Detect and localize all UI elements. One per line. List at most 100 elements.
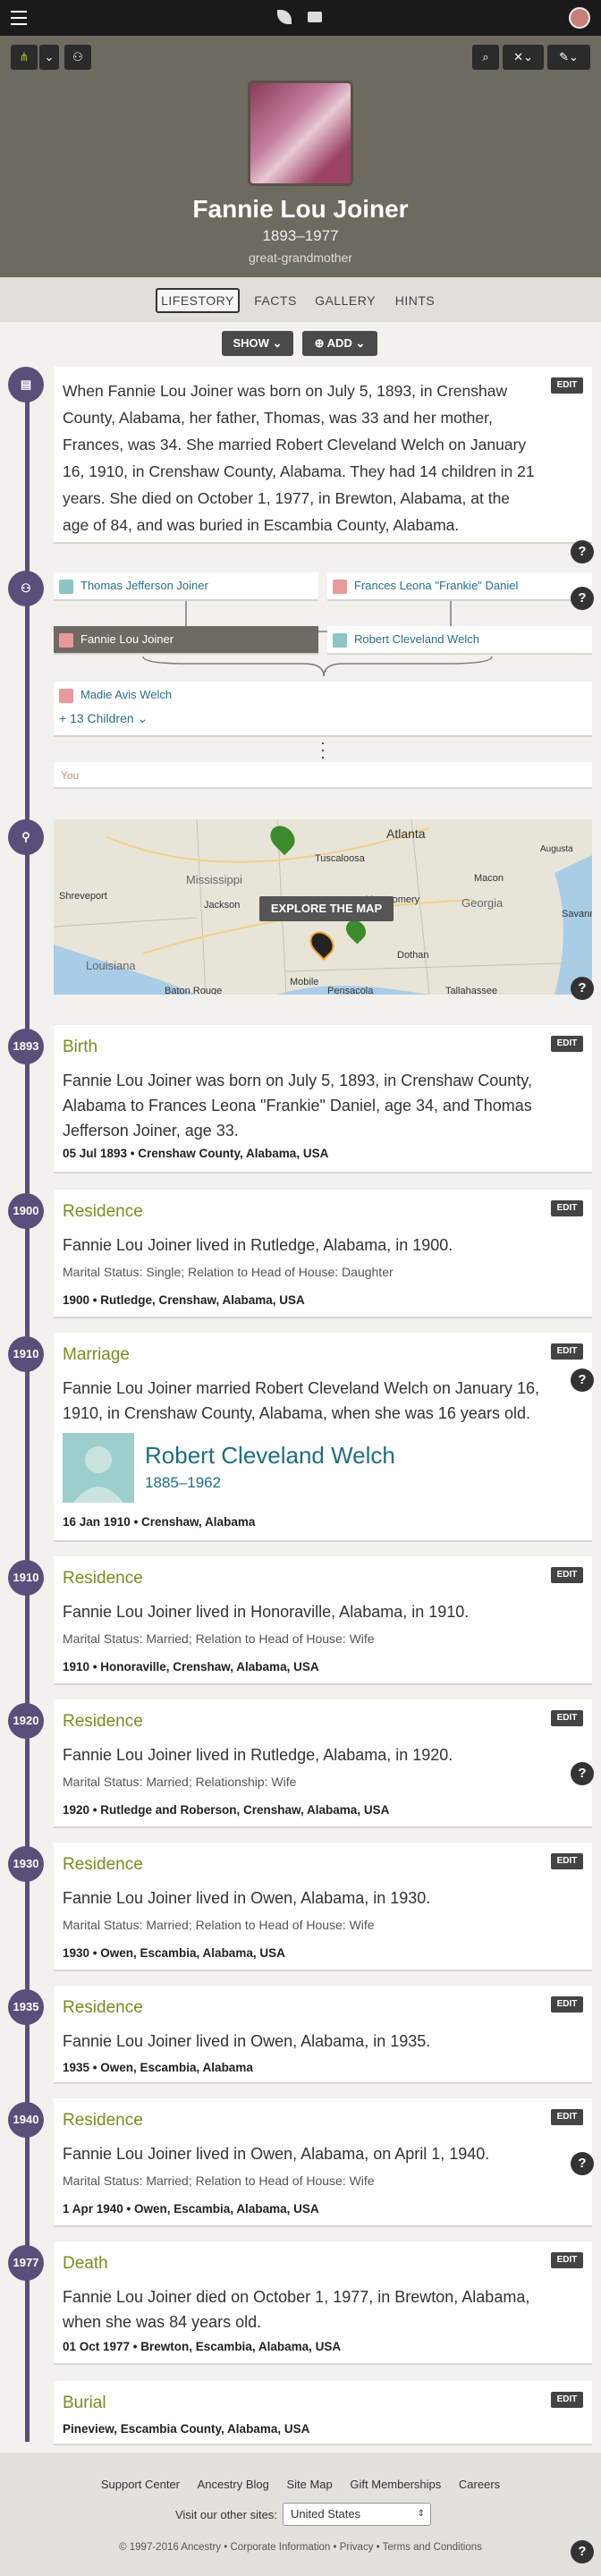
- event-description: Fannie Lou Joiner died on October 1, 197…: [63, 2288, 530, 2331]
- tab-lifestory[interactable]: LIFESTORY: [156, 288, 240, 313]
- female-avatar: [333, 580, 347, 594]
- edit-button[interactable]: EDIT: [551, 2109, 583, 2125]
- chevron-down-icon: ⌄: [44, 50, 55, 64]
- event-card-marriage: EDIT Marriage Fannie Lou Joiner married Ro…: [54, 1333, 592, 1542]
- family-member-self[interactable]: Fannie Lou Joiner: [54, 626, 318, 655]
- event-card-burial: EDIT Burial Pineview, Escambia County, Ala…: [54, 2381, 592, 2445]
- event-type: Residence: [63, 1855, 143, 1874]
- event-date-place: 1930 • Owen, Escambia, Alabama, USA: [63, 1946, 285, 1960]
- event-type: Residence: [63, 1569, 143, 1588]
- edit-button[interactable]: EDIT: [551, 1710, 583, 1726]
- event-type: Burial: [63, 2394, 106, 2412]
- edit-button[interactable]: EDIT: [551, 1853, 583, 1869]
- map-label: Atlanta: [386, 826, 426, 841]
- event-date-place: 1935 • Owen, Escambia, Alabama: [63, 2061, 253, 2074]
- edit-button[interactable]: EDIT: [551, 377, 583, 394]
- spouse-avatar[interactable]: [63, 1433, 134, 1503]
- tab-gallery[interactable]: GALLERY: [313, 288, 377, 313]
- menu-icon[interactable]: [11, 11, 27, 30]
- event-description: Fannie Lou Joiner lived in Owen, Alabama…: [63, 2145, 490, 2163]
- tools-button[interactable]: ✕⌄: [503, 45, 544, 70]
- pencil-icon: ✎⌄: [559, 50, 579, 64]
- map-label: Georgia: [461, 896, 504, 910]
- footer: Support Center Ancestry Blog Site Map Gi…: [0, 2453, 601, 2576]
- year-marker: 1977: [8, 2245, 44, 2281]
- tab-hints[interactable]: HINTS: [390, 288, 440, 313]
- map-card[interactable]: Atlanta Augusta Tuscaloosa Mississippi S…: [54, 819, 592, 995]
- event-type: Residence: [63, 1712, 143, 1731]
- edit-button[interactable]: EDIT: [551, 1200, 583, 1216]
- female-avatar: [59, 689, 73, 703]
- help-icon[interactable]: ?: [571, 2540, 594, 2563]
- footer-link[interactable]: Site Map: [286, 2478, 332, 2491]
- help-icon[interactable]: ?: [571, 2152, 594, 2175]
- spouse-link[interactable]: Robert Cleveland Welch: [145, 1442, 395, 1470]
- footer-link[interactable]: Ancestry Blog: [198, 2478, 269, 2491]
- event-date-place: 1 Apr 1940 • Owen, Escambia, Alabama, US…: [63, 2202, 319, 2216]
- event-detail: Marital Status: Married; Relation to Hea…: [63, 1918, 375, 1932]
- map-label: Mobile: [290, 977, 319, 987]
- family-member-mother[interactable]: Frances Leona "Frankie" Daniel: [327, 572, 592, 601]
- event-description: Fannie Lou Joiner lived in Honoraville, …: [63, 1603, 470, 1621]
- year-marker: 1940: [8, 2102, 44, 2138]
- year-marker: 1893: [8, 1029, 44, 1064]
- spouse-name: Robert Cleveland Welch: [354, 632, 479, 646]
- event-type: Death: [63, 2254, 108, 2273]
- search-icon: ⌕: [482, 50, 489, 64]
- event-type: Residence: [63, 2111, 143, 2130]
- family-view-icon: ⚇: [72, 50, 83, 64]
- event-card-residence: EDIT Residence Fannie Lou Joiner lived in …: [54, 1556, 592, 1685]
- pedigree-view-button[interactable]: ⚇: [64, 45, 91, 70]
- male-avatar: [333, 633, 347, 648]
- show-label: SHOW: [233, 336, 269, 350]
- map-label: Louisiana: [86, 959, 136, 972]
- edit-button[interactable]: EDIT: [551, 1996, 583, 2012]
- help-icon[interactable]: ?: [571, 540, 594, 564]
- footer-link[interactable]: Gift Memberships: [350, 2478, 441, 2491]
- tree-dropdown-button[interactable]: ⌄: [39, 45, 59, 70]
- event-type: Birth: [63, 1038, 98, 1056]
- person-relationship: great-grandmother: [249, 250, 352, 265]
- leaf-hint-icon[interactable]: [277, 10, 292, 24]
- footer-link[interactable]: Careers: [459, 2478, 500, 2491]
- family-member-father[interactable]: Thomas Jefferson Joiner: [54, 572, 318, 601]
- female-avatar: [59, 633, 73, 648]
- tree-view-button[interactable]: ⋔: [11, 45, 38, 70]
- more-children-label: + 13 Children: [59, 711, 134, 725]
- edit-button[interactable]: EDIT: [551, 2252, 583, 2268]
- edit-button[interactable]: EDIT: [551, 1567, 583, 1583]
- help-icon[interactable]: ?: [571, 1368, 594, 1392]
- more-children-toggle[interactable]: + 13 Children ⌄: [59, 705, 148, 732]
- edit-button[interactable]: EDIT: [551, 1343, 583, 1360]
- help-icon[interactable]: ?: [571, 977, 594, 1000]
- edit-button[interactable]: EDIT: [551, 1036, 583, 1052]
- messages-icon[interactable]: [308, 12, 322, 22]
- explore-map-button[interactable]: EXPLORE THE MAP: [259, 896, 394, 921]
- country-select[interactable]: United States ⇕: [283, 2503, 431, 2526]
- event-date-place: 1900 • Rutledge, Crenshaw, Alabama, USA: [63, 1293, 305, 1307]
- person-dates: 1893–1977: [262, 227, 339, 244]
- lifestory-summary-card: EDIT When Fannie Lou Joiner was born on …: [54, 367, 592, 544]
- family-member-spouse[interactable]: Robert Cleveland Welch: [327, 626, 592, 655]
- event-description: Fannie Lou Joiner married Robert Clevela…: [63, 1379, 539, 1422]
- add-button[interactable]: ⊕ ADD ⌄: [302, 331, 377, 356]
- edit-tools-button[interactable]: ✎⌄: [547, 45, 590, 70]
- chevron-down-icon: ⌄: [272, 336, 283, 350]
- footer-link[interactable]: Support Center: [101, 2478, 180, 2491]
- search-button[interactable]: ⌕: [472, 45, 499, 70]
- tab-facts[interactable]: FACTS: [250, 288, 300, 313]
- event-card-residence: EDIT Residence Fannie Lou Joiner lived in …: [54, 1699, 592, 1828]
- event-card-residence: EDIT Residence Fannie Lou Joiner lived in …: [54, 1843, 592, 1971]
- help-icon[interactable]: ?: [571, 1762, 594, 1785]
- edit-button[interactable]: EDIT: [551, 2392, 583, 2408]
- event-type: Marriage: [63, 1345, 130, 1364]
- profile-photo[interactable]: [248, 80, 353, 186]
- person-name: Fannie Lou Joiner: [192, 195, 409, 223]
- user-avatar[interactable]: [569, 7, 590, 29]
- show-button[interactable]: SHOW ⌄: [222, 331, 293, 356]
- chevron-down-icon: ⌄: [137, 711, 148, 725]
- add-label: ADD: [326, 336, 352, 350]
- plus-circle-icon: ⊕: [314, 336, 325, 350]
- event-card-birth: EDIT Birth Fannie Lou Joiner was born on J…: [54, 1025, 592, 1174]
- you-card: You: [54, 762, 592, 789]
